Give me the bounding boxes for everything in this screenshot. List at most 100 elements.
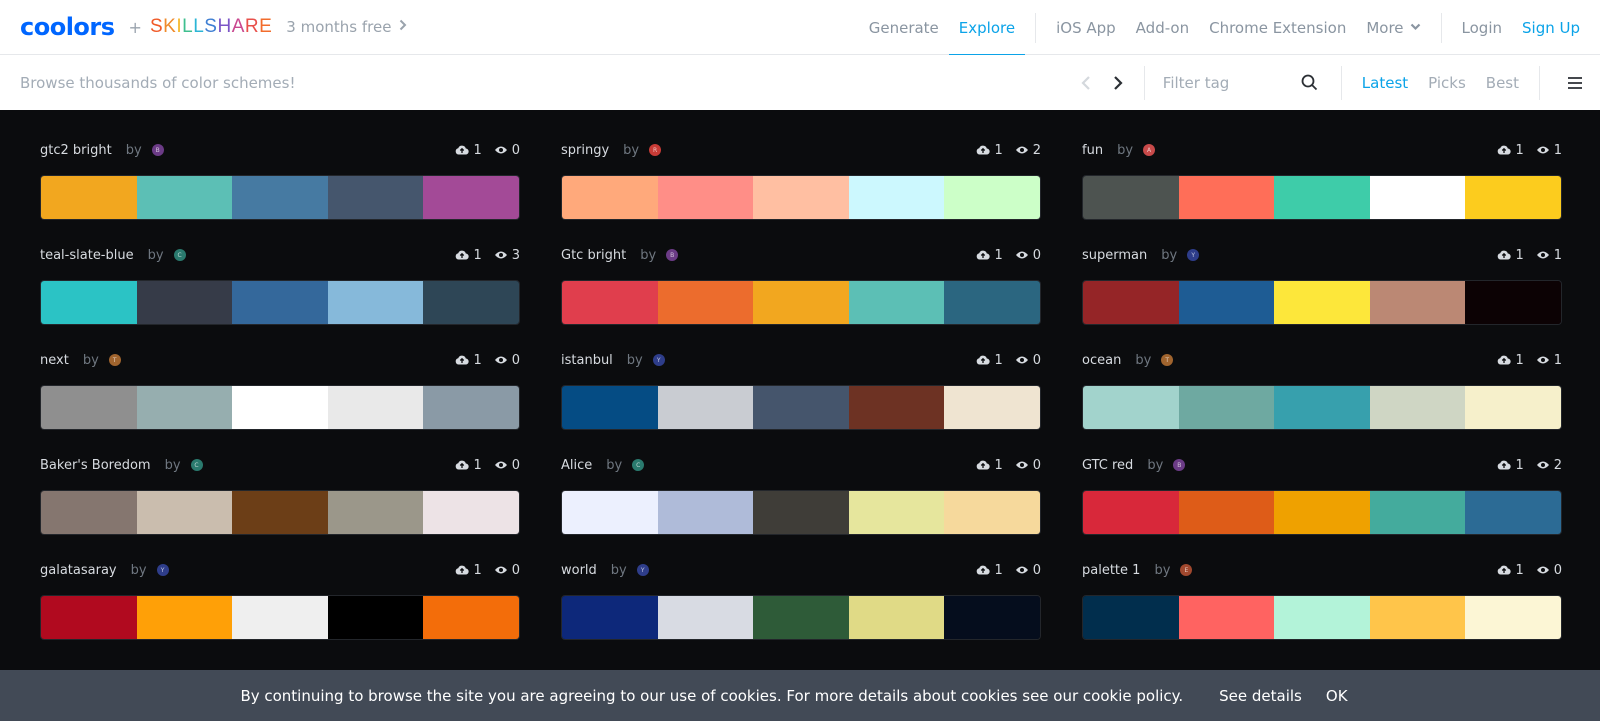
color-swatch[interactable] xyxy=(657,176,754,219)
color-swatch[interactable] xyxy=(41,491,137,534)
see-details-button[interactable]: See details xyxy=(1219,687,1302,705)
author-avatar[interactable]: C xyxy=(173,249,186,261)
color-swatch[interactable] xyxy=(1274,176,1370,219)
next-page-button[interactable] xyxy=(1102,67,1134,99)
filter-tag-input[interactable] xyxy=(1154,65,1295,100)
author-avatar[interactable]: C xyxy=(190,459,203,471)
palette-swatches[interactable] xyxy=(40,385,520,430)
color-swatch[interactable] xyxy=(1369,281,1466,324)
palette-name[interactable]: teal-slate-blue xyxy=(40,248,134,263)
color-swatch[interactable] xyxy=(232,386,328,429)
author-avatar[interactable]: Y xyxy=(156,564,169,576)
color-swatch[interactable] xyxy=(232,281,328,324)
skillshare-logo[interactable]: SKILLSHARE xyxy=(150,16,272,38)
color-swatch[interactable] xyxy=(944,386,1040,429)
cloud-save-icon[interactable] xyxy=(455,248,470,262)
color-swatch[interactable] xyxy=(1369,176,1466,219)
palette-swatches[interactable] xyxy=(1082,280,1562,325)
color-swatch[interactable] xyxy=(232,491,328,534)
palette-swatches[interactable] xyxy=(40,595,520,640)
color-swatch[interactable] xyxy=(1465,596,1561,639)
color-swatch[interactable] xyxy=(1369,596,1466,639)
color-swatch[interactable] xyxy=(753,281,849,324)
palette-name[interactable]: next xyxy=(40,353,69,368)
palette-name[interactable]: Gtc bright xyxy=(561,248,626,263)
nav-generate[interactable]: Generate xyxy=(859,0,949,55)
color-swatch[interactable] xyxy=(562,386,658,429)
cloud-save-icon[interactable] xyxy=(1497,143,1512,157)
palette-name[interactable]: springy xyxy=(561,143,609,158)
palette-name[interactable]: Baker's Boredom xyxy=(40,458,151,473)
palette-swatches[interactable] xyxy=(561,280,1041,325)
palette-name[interactable]: galatasaray xyxy=(40,563,117,578)
color-swatch[interactable] xyxy=(1465,176,1561,219)
color-swatch[interactable] xyxy=(1274,386,1370,429)
color-swatch[interactable] xyxy=(753,386,849,429)
color-swatch[interactable] xyxy=(753,491,849,534)
color-swatch[interactable] xyxy=(423,176,519,219)
color-swatch[interactable] xyxy=(944,281,1040,324)
color-swatch[interactable] xyxy=(562,596,658,639)
cloud-save-icon[interactable] xyxy=(976,563,991,577)
palette-card[interactable]: next by T 1 0 xyxy=(40,350,520,430)
hamburger-menu-icon[interactable] xyxy=(1550,76,1600,90)
nav-sign-up[interactable]: Sign Up xyxy=(1512,0,1600,55)
palette-name[interactable]: GTC red xyxy=(1082,458,1133,473)
palette-swatches[interactable] xyxy=(40,175,520,220)
sort-best[interactable]: Best xyxy=(1476,74,1529,92)
cloud-save-icon[interactable] xyxy=(1497,563,1512,577)
palette-card[interactable]: world by Y 1 0 xyxy=(561,560,1041,640)
color-swatch[interactable] xyxy=(562,491,658,534)
color-swatch[interactable] xyxy=(1465,491,1561,534)
cloud-save-icon[interactable] xyxy=(976,143,991,157)
color-swatch[interactable] xyxy=(1465,386,1561,429)
color-swatch[interactable] xyxy=(136,176,233,219)
color-swatch[interactable] xyxy=(1465,281,1561,324)
prev-page-button[interactable] xyxy=(1070,67,1102,99)
nav-login[interactable]: Login xyxy=(1452,0,1512,55)
palette-name[interactable]: superman xyxy=(1082,248,1147,263)
sort-picks[interactable]: Picks xyxy=(1418,74,1476,92)
author-avatar[interactable]: B xyxy=(151,144,164,156)
color-swatch[interactable] xyxy=(562,176,658,219)
palette-card[interactable]: gtc2 bright by B 1 0 xyxy=(40,140,520,220)
color-swatch[interactable] xyxy=(944,176,1040,219)
color-swatch[interactable] xyxy=(1178,491,1275,534)
author-avatar[interactable]: Y xyxy=(652,354,665,366)
color-swatch[interactable] xyxy=(41,176,137,219)
author-avatar[interactable]: A xyxy=(1143,144,1156,156)
cloud-save-icon[interactable] xyxy=(455,563,470,577)
palette-name[interactable]: palette 1 xyxy=(1082,563,1140,578)
search-icon[interactable] xyxy=(1295,68,1325,98)
promo-link[interactable]: 3 months free xyxy=(286,18,407,36)
author-avatar[interactable]: B xyxy=(1173,459,1186,471)
color-swatch[interactable] xyxy=(1274,281,1370,324)
color-swatch[interactable] xyxy=(41,386,137,429)
color-swatch[interactable] xyxy=(562,281,658,324)
color-swatch[interactable] xyxy=(944,596,1040,639)
color-swatch[interactable] xyxy=(1083,491,1179,534)
palette-swatches[interactable] xyxy=(561,595,1041,640)
color-swatch[interactable] xyxy=(1083,386,1179,429)
author-avatar[interactable]: Y xyxy=(636,564,649,576)
palette-card[interactable]: springy by R 1 2 xyxy=(561,140,1041,220)
color-swatch[interactable] xyxy=(1083,281,1179,324)
palette-card[interactable]: ocean by T 1 1 xyxy=(1082,350,1562,430)
author-avatar[interactable]: T xyxy=(1161,354,1174,366)
color-swatch[interactable] xyxy=(1369,386,1466,429)
cloud-save-icon[interactable] xyxy=(455,353,470,367)
color-swatch[interactable] xyxy=(753,176,849,219)
palette-card[interactable]: Alice by C 1 0 xyxy=(561,455,1041,535)
palette-card[interactable]: Baker's Boredom by C 1 0 xyxy=(40,455,520,535)
palette-card[interactable]: palette 1 by E 1 0 xyxy=(1082,560,1562,640)
cloud-save-icon[interactable] xyxy=(1497,248,1512,262)
color-swatch[interactable] xyxy=(657,386,754,429)
cloud-save-icon[interactable] xyxy=(1497,353,1512,367)
color-swatch[interactable] xyxy=(657,281,754,324)
color-swatch[interactable] xyxy=(327,491,424,534)
color-swatch[interactable] xyxy=(232,596,328,639)
palette-name[interactable]: ocean xyxy=(1082,353,1121,368)
nav-ios-app[interactable]: iOS App xyxy=(1046,0,1126,55)
author-avatar[interactable]: C xyxy=(632,459,645,471)
color-swatch[interactable] xyxy=(327,176,424,219)
